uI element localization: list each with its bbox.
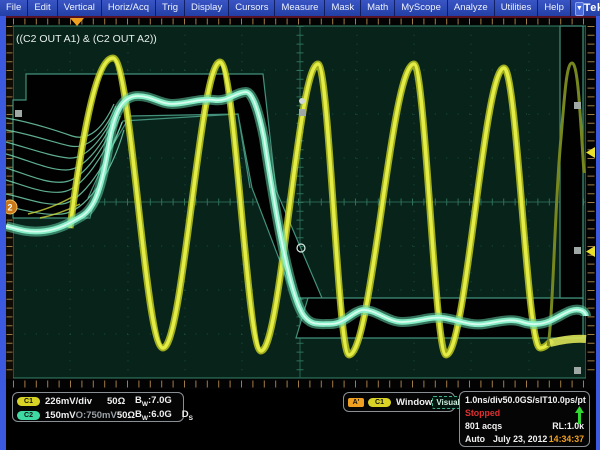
menu-item-math[interactable]: Math [361, 0, 395, 16]
menu-item-analyze[interactable]: Analyze [448, 0, 495, 16]
ch1-bandwidth: BW:7.0G [135, 395, 172, 408]
trigger-type: Window [396, 397, 432, 408]
trigger-mode: Auto [465, 434, 485, 444]
vertical-readout-panel[interactable]: C1 226mV/div 50Ω BW:7.0G C2 150mV O:750m… [12, 392, 184, 422]
ch1-scale: 226mV/div [45, 396, 107, 407]
ch2-bandwidth: BW:6.0G [135, 409, 172, 422]
menu-item-file[interactable]: File [0, 0, 28, 16]
trigger-event-badge: A' [348, 398, 364, 407]
ch2-offset: O:750mV [76, 410, 117, 421]
horizontal-readout-row: 1.0ns/div 50.0GS/s IT 10.0ps/pt [465, 393, 584, 406]
menu-bar: FileEditVerticalHoriz/AcqTrigDisplayCurs… [0, 0, 600, 16]
menu-items: FileEditVerticalHoriz/AcqTrigDisplayCurs… [0, 0, 571, 16]
menu-item-trig[interactable]: Trig [156, 0, 185, 16]
channel2-marker-label: 2 [7, 203, 12, 213]
waveform-display: 2 ((C2 OUT A1) & (C2 OUT A2)) [0, 18, 600, 390]
menu-item-mask[interactable]: Mask [325, 0, 361, 16]
horizontal-acq-panel[interactable]: 1.0ns/div 50.0GS/s IT 10.0ps/pt Stopped … [459, 391, 590, 447]
ch1-readout-row[interactable]: C1 226mV/div 50Ω BW:7.0G [17, 394, 179, 408]
window-border-left [0, 16, 6, 450]
tek-logo: Tek [584, 0, 600, 16]
menu-item-display[interactable]: Display [185, 0, 229, 16]
horizontal-scale: 1.0ns/div [465, 395, 503, 405]
oscilloscope-screen: FileEditVerticalHoriz/AcqTrigDisplayCurs… [0, 0, 600, 450]
acquisition-count: 801 acqs [465, 421, 502, 431]
ch1-impedance: 50Ω [107, 396, 135, 407]
trigger-readout-panel[interactable]: A' C1 Window Visual [343, 392, 455, 412]
ch2-impedance: 50Ω [117, 410, 135, 421]
date-label: July 23, 2012 [493, 434, 547, 444]
menu-item-utilities[interactable]: Utilities [495, 0, 539, 16]
mask-area-right[interactable] [560, 26, 583, 298]
acquisition-status: Stopped [465, 408, 500, 418]
time-label: 14:34:37 [549, 434, 584, 444]
menu-item-measure[interactable]: Measure [275, 0, 325, 16]
menu-item-horiz-acq[interactable]: Horiz/Acq [102, 0, 156, 16]
ch2-badge: C2 [17, 411, 40, 420]
c1-low-band-right [550, 339, 586, 343]
menu-item-cursors[interactable]: Cursors [229, 0, 275, 16]
trigger-source-badge: C1 [368, 398, 391, 407]
visual-trigger-equation: ((C2 OUT A1) & (C2 OUT A2)) [16, 33, 157, 45]
readout-bar: C1 226mV/div 50Ω BW:7.0G C2 150mV O:750m… [0, 390, 600, 450]
menu-item-help[interactable]: Help [538, 0, 571, 16]
ch2-scale: 150mV [45, 410, 76, 421]
ch2-readout-row[interactable]: C2 150mV O:750mV 50Ω BW:6.0G DS [17, 408, 179, 422]
acq-activity-arrow-icon [575, 406, 584, 424]
ch2-dsp-indicator: DS [182, 409, 193, 422]
sample-rate: 50.0GS/s [503, 395, 540, 405]
menu-item-myscope[interactable]: MyScope [395, 0, 448, 16]
acq-date-row: Auto July 23, 2012 14:34:37 [465, 432, 584, 445]
resolution: 10.0ps/pt [548, 395, 586, 405]
ch1-badge: C1 [17, 397, 40, 406]
menu-item-vertical[interactable]: Vertical [58, 0, 102, 16]
menu-more-button[interactable]: ▼ [575, 2, 584, 16]
acq-count-row: 801 acqs RL:1.0k [465, 419, 584, 432]
acq-status-row: Stopped [465, 406, 584, 419]
window-border-right [596, 16, 600, 450]
sampling-mode: IT [540, 395, 548, 405]
menu-item-edit[interactable]: Edit [28, 0, 57, 16]
